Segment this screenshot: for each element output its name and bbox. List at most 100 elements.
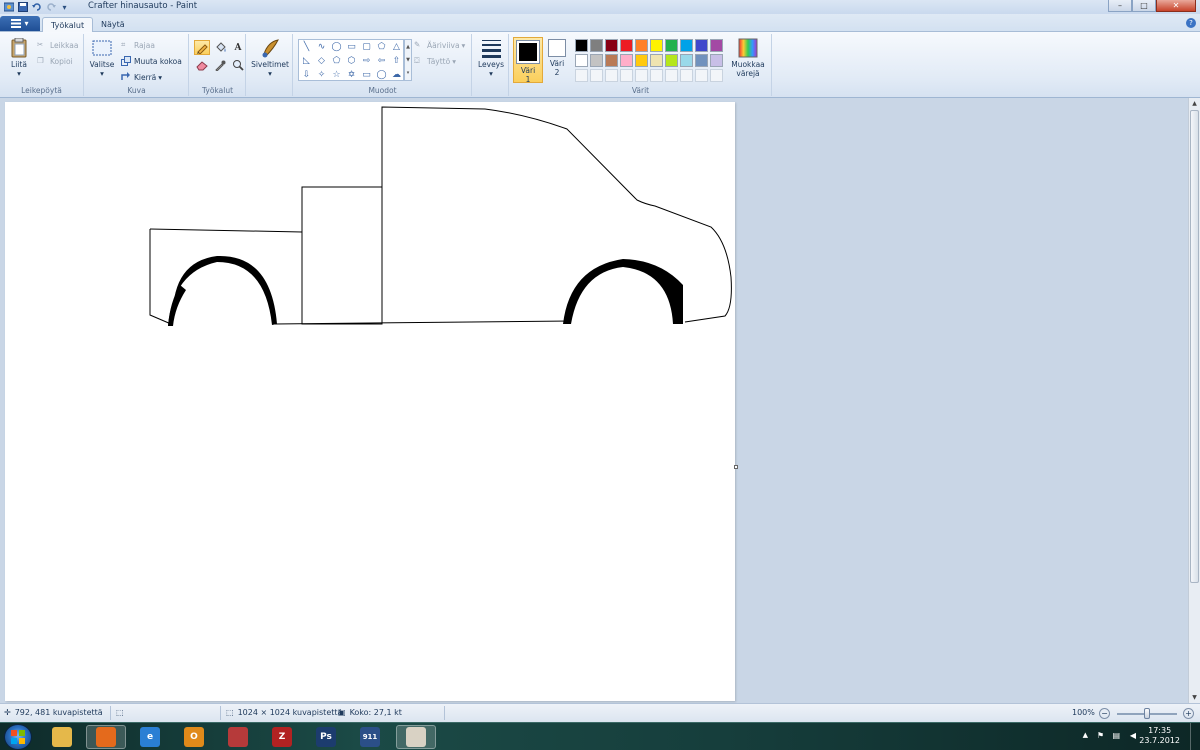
cloud-callout-shape-icon[interactable]: ☁ [389, 68, 404, 82]
polygon-shape-icon[interactable]: ⬠ [374, 40, 389, 54]
resize-button[interactable]: Muuta kokoa [121, 56, 182, 66]
palette-custom-slot[interactable] [620, 69, 633, 82]
palette-color-swatch[interactable] [650, 54, 663, 67]
edit-colors-button[interactable]: Muokkaa värejä [728, 38, 768, 78]
taskbar-button[interactable] [42, 725, 82, 749]
show-desktop-button[interactable] [1190, 723, 1200, 750]
select-button[interactable]: Valitse ▾ [89, 38, 115, 78]
canvas-resize-handle[interactable] [734, 465, 738, 469]
cut-button[interactable]: ✂ Leikkaa [37, 40, 79, 50]
palette-color-swatch[interactable] [650, 39, 663, 52]
taskbar-button[interactable] [86, 725, 126, 749]
down-arrow-shape-icon[interactable]: ⇩ [299, 68, 314, 82]
zoom-slider-thumb[interactable] [1144, 708, 1150, 719]
color-picker-icon[interactable] [212, 57, 228, 72]
palette-custom-slot[interactable] [710, 69, 723, 82]
close-icon[interactable]: ✕ [1156, 0, 1196, 12]
scroll-down-arrow-icon[interactable]: ▼ [1189, 692, 1200, 703]
rounded-callout-shape-icon[interactable]: ▭ [359, 68, 374, 82]
text-icon[interactable]: A [230, 40, 246, 55]
oval-shape-icon[interactable]: ◯ [329, 40, 344, 54]
up-arrow-shape-icon[interactable]: ⇧ [389, 54, 404, 68]
palette-custom-slot[interactable] [695, 69, 708, 82]
paint-app-icon[interactable] [3, 2, 14, 13]
pentagon-shape-icon[interactable]: ⬠ [329, 54, 344, 68]
palette-custom-slot[interactable] [605, 69, 618, 82]
fill-icon[interactable] [212, 40, 228, 55]
tray-expand-icon[interactable]: ▲ [1083, 731, 1088, 739]
save-icon[interactable] [17, 2, 28, 13]
four-point-star-shape-icon[interactable]: ✧ [314, 68, 329, 82]
curve-shape-icon[interactable]: ∿ [314, 40, 329, 54]
scroll-up-arrow-icon[interactable]: ▲ [1189, 98, 1200, 109]
six-point-star-shape-icon[interactable]: ✡ [344, 68, 359, 82]
hexagon-shape-icon[interactable]: ⬡ [344, 54, 359, 68]
fill-shape-button[interactable]: ⛋ Täyttö ▾ [414, 56, 456, 66]
start-button[interactable] [4, 724, 32, 750]
shapes-scrollbar[interactable]: ▲ ▼ ▾ [404, 39, 412, 81]
customize-dropdown-icon[interactable]: ▾ [59, 2, 70, 13]
palette-color-swatch[interactable] [605, 39, 618, 52]
eraser-icon[interactable] [194, 57, 210, 72]
paint-menu-button[interactable]: ▾ [0, 16, 40, 31]
expand-icon[interactable]: ▾ [407, 70, 410, 76]
flag-icon[interactable]: ⚑ [1097, 731, 1104, 740]
pencil-icon[interactable] [194, 40, 210, 55]
palette-custom-slot[interactable] [680, 69, 693, 82]
palette-custom-slot[interactable] [575, 69, 588, 82]
taskbar-button[interactable]: e [130, 725, 170, 749]
volume-icon[interactable]: ◀ [1130, 731, 1136, 740]
left-arrow-shape-icon[interactable]: ⇦ [374, 54, 389, 68]
palette-color-swatch[interactable] [590, 54, 603, 67]
palette-color-swatch[interactable] [665, 54, 678, 67]
triangle-shape-icon[interactable]: △ [389, 40, 404, 54]
palette-color-swatch[interactable] [680, 39, 693, 52]
undo-icon[interactable] [31, 2, 42, 13]
palette-color-swatch[interactable] [680, 54, 693, 67]
palette-color-swatch[interactable] [635, 54, 648, 67]
maximize-icon[interactable]: □ [1132, 0, 1156, 12]
help-icon[interactable]: ? [1186, 18, 1196, 28]
taskbar-button[interactable] [396, 725, 436, 749]
palette-color-swatch[interactable] [695, 39, 708, 52]
palette-custom-slot[interactable] [635, 69, 648, 82]
color1-button[interactable]: Väri 1 [513, 37, 543, 84]
taskbar-button[interactable]: O [174, 725, 214, 749]
palette-custom-slot[interactable] [665, 69, 678, 82]
palette-color-swatch[interactable] [620, 39, 633, 52]
taskbar-button[interactable]: Z [262, 725, 302, 749]
palette-color-swatch[interactable] [635, 39, 648, 52]
vertical-scrollbar[interactable]: ▲ ▼ [1188, 98, 1200, 703]
zoom-out-button[interactable]: − [1099, 708, 1110, 719]
palette-color-swatch[interactable] [665, 39, 678, 52]
palette-custom-slot[interactable] [590, 69, 603, 82]
taskbar-button[interactable]: Ps [306, 725, 346, 749]
taskbar-button[interactable] [218, 725, 258, 749]
rectangle-shape-icon[interactable]: ▭ [344, 40, 359, 54]
diamond-shape-icon[interactable]: ◇ [314, 54, 329, 68]
zoom-in-button[interactable]: + [1183, 708, 1194, 719]
scroll-down-icon[interactable]: ▼ [406, 57, 410, 63]
palette-color-swatch[interactable] [695, 54, 708, 67]
tab-view[interactable]: Näytä [93, 17, 133, 32]
right-triangle-shape-icon[interactable]: ◺ [299, 54, 314, 68]
brushes-button[interactable]: Siveltimet ▾ [251, 38, 289, 78]
palette-color-swatch[interactable] [575, 39, 588, 52]
color2-button[interactable]: Väri 2 [546, 39, 568, 77]
palette-color-swatch[interactable] [575, 54, 588, 67]
right-arrow-shape-icon[interactable]: ⇨ [359, 54, 374, 68]
size-button[interactable]: Leveys ▾ [476, 38, 506, 78]
paste-button[interactable]: Liitä ▾ [6, 38, 32, 78]
palette-color-swatch[interactable] [710, 39, 723, 52]
scrollbar-thumb[interactable] [1190, 110, 1199, 583]
magnifier-icon[interactable] [230, 57, 246, 72]
palette-color-swatch[interactable] [590, 39, 603, 52]
copy-button[interactable]: ❐ Kopioi [37, 56, 73, 66]
redo-icon[interactable] [45, 2, 56, 13]
oval-callout-shape-icon[interactable]: ◯ [374, 68, 389, 82]
five-point-star-shape-icon[interactable]: ☆ [329, 68, 344, 82]
minimize-icon[interactable]: – [1108, 0, 1132, 12]
crop-button[interactable]: ⌗ Rajaa [121, 40, 155, 50]
palette-color-swatch[interactable] [605, 54, 618, 67]
outline-button[interactable]: ✎ Ääriviiva ▾ [414, 40, 465, 50]
